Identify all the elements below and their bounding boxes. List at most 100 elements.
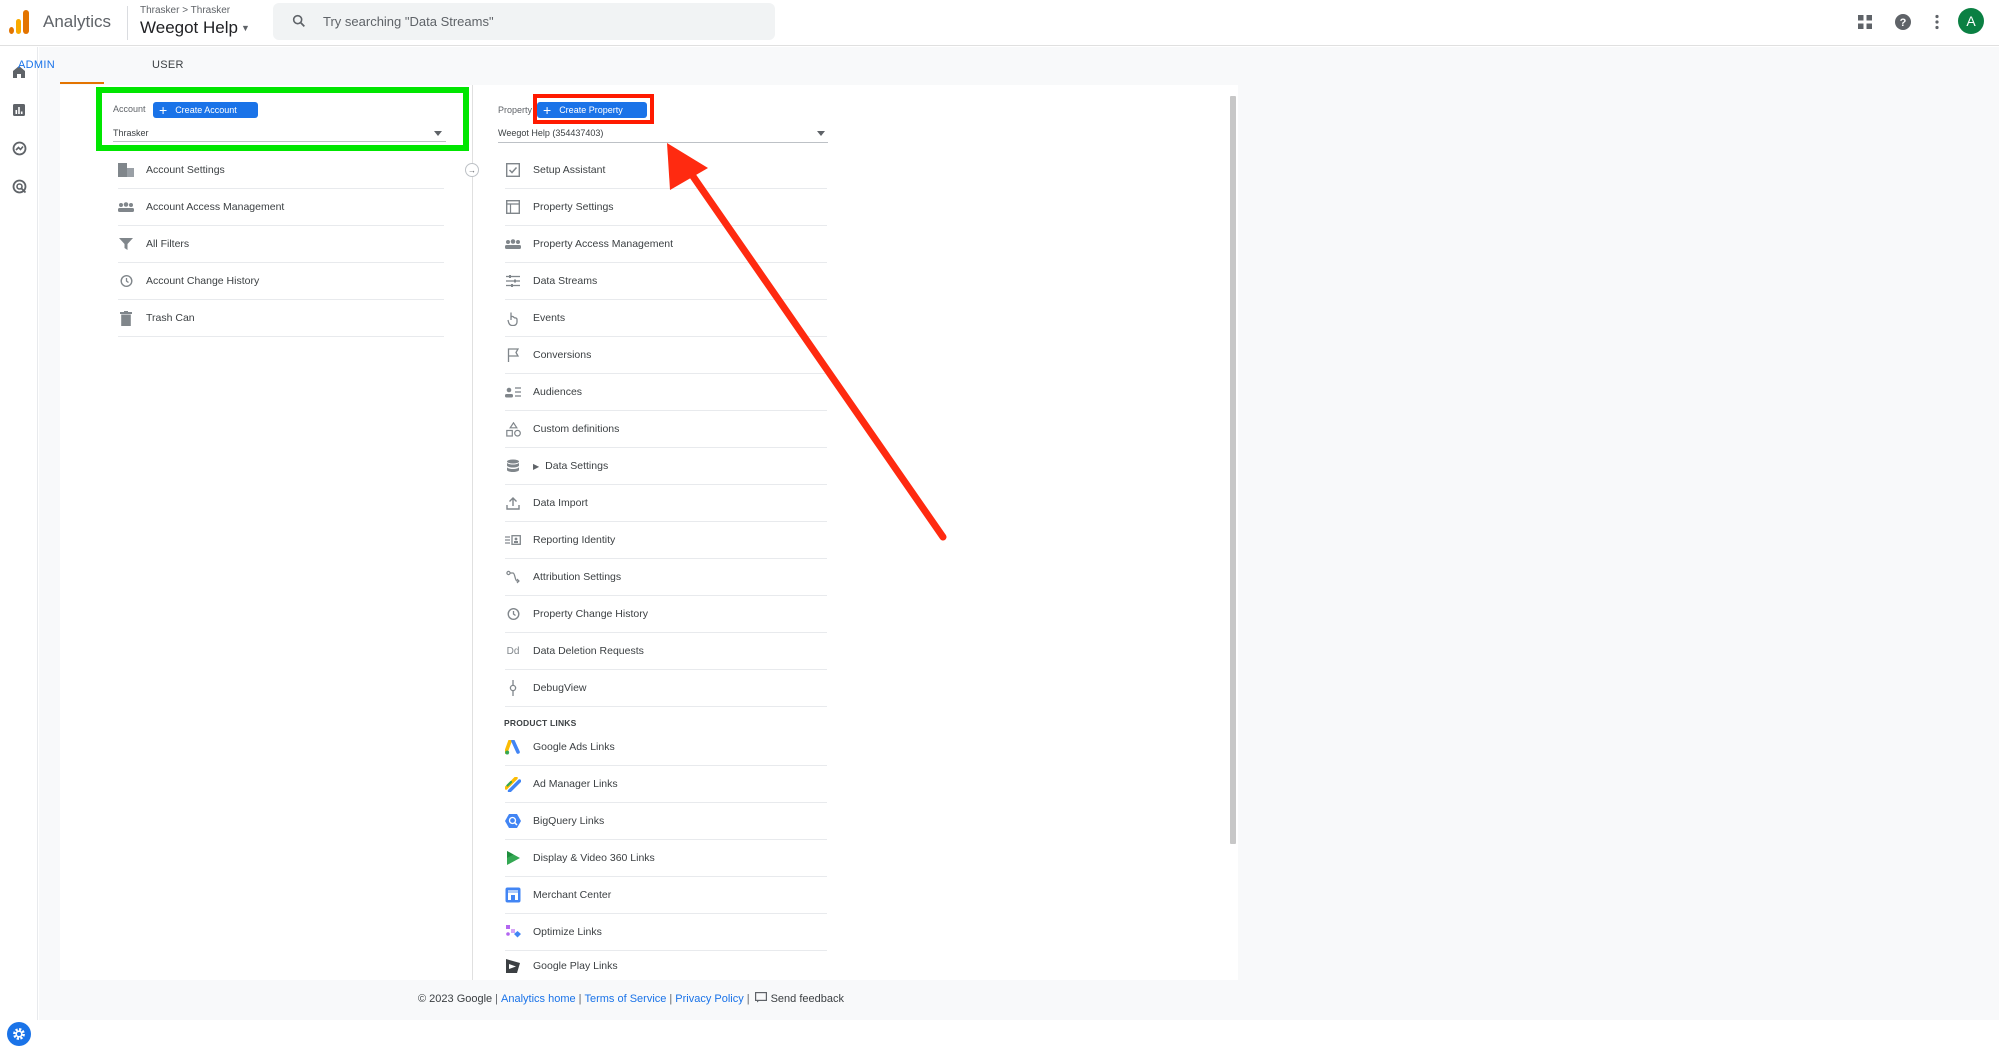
menu-label: Conversions <box>533 349 592 361</box>
flag-icon <box>505 347 521 363</box>
menu-reporting-identity[interactable]: Reporting Identity <box>505 522 827 559</box>
property-selector-value[interactable]: Weegot Help (354437403) <box>498 128 603 138</box>
menu-data-streams[interactable]: Data Streams <box>505 263 827 300</box>
menu-dv360-links[interactable]: Display & Video 360 Links <box>505 840 827 877</box>
menu-label: Display & Video 360 Links <box>533 852 655 864</box>
admin-gear-icon[interactable] <box>7 1022 31 1046</box>
create-property-highlight-box <box>533 94 654 124</box>
menu-label: Events <box>533 312 566 324</box>
tab-user[interactable]: USER <box>152 59 184 71</box>
menu-label: Merchant Center <box>533 889 612 901</box>
window-icon <box>505 199 521 215</box>
menu-label: Google Ads Links <box>533 741 615 753</box>
menu-label: Attribution Settings <box>533 571 622 583</box>
help-icon[interactable]: ? <box>1892 11 1914 33</box>
product-links-heading: PRODUCT LINKS <box>504 718 577 728</box>
column-divider <box>472 85 473 980</box>
app-name: Analytics <box>43 12 112 31</box>
menu-account-access[interactable]: Account Access Management <box>118 189 444 226</box>
search-bar[interactable] <box>273 3 775 40</box>
menu-events[interactable]: Events <box>505 300 827 337</box>
tab-admin[interactable]: ADMIN <box>18 59 55 71</box>
menu-ad-manager-links[interactable]: Ad Manager Links <box>505 766 827 803</box>
breadcrumb[interactable]: Thrasker > Thrasker <box>140 5 230 16</box>
people-icon <box>505 236 521 252</box>
menu-property-change-history[interactable]: Property Change History <box>505 596 827 633</box>
left-nav-rail <box>0 47 38 1046</box>
menu-all-filters[interactable]: All Filters <box>118 226 444 263</box>
menu-setup-assistant[interactable]: Setup Assistant <box>505 152 827 189</box>
google-ads-icon <box>505 739 521 755</box>
caret-down-icon: ▼ <box>240 23 250 33</box>
menu-attribution-settings[interactable]: Attribution Settings <box>505 559 827 596</box>
menu-data-settings[interactable]: ▶ Data Settings <box>505 448 827 485</box>
account-highlight-box <box>96 87 469 151</box>
menu-trash-can[interactable]: Trash Can <box>118 300 444 337</box>
analytics-home-link[interactable]: Analytics home <box>501 993 576 1005</box>
active-tab-indicator <box>60 82 104 84</box>
property-label: Property <box>498 105 533 115</box>
menu-label: Property Access Management <box>533 238 674 250</box>
menu-google-play-links[interactable]: Google Play Links <box>505 951 827 980</box>
menu-label: BigQuery Links <box>533 815 605 827</box>
menu-data-deletion-requests[interactable]: Dd Data Deletion Requests <box>505 633 827 670</box>
divider <box>127 6 128 40</box>
search-icon <box>292 14 305 27</box>
menu-bigquery-links[interactable]: BigQuery Links <box>505 803 827 840</box>
menu-label: Data Import <box>533 497 588 509</box>
explore-icon[interactable] <box>10 139 28 157</box>
menu-account-change-history[interactable]: Account Change History <box>118 263 444 300</box>
property-selector-underline <box>498 142 828 143</box>
menu-property-settings[interactable]: Property Settings <box>505 189 827 226</box>
analytics-logo-icon[interactable] <box>9 10 31 34</box>
collapse-column-icon[interactable]: → <box>465 163 479 177</box>
menu-label: Account Settings <box>146 164 225 176</box>
menu-account-settings[interactable]: Account Settings <box>118 152 444 189</box>
menu-merchant-center[interactable]: Merchant Center <box>505 877 827 914</box>
menu-label: Optimize Links <box>533 926 602 938</box>
filter-icon <box>118 236 134 252</box>
avatar[interactable]: A <box>1958 8 1984 34</box>
menu-label: Ad Manager Links <box>533 778 618 790</box>
menu-google-ads-links[interactable]: Google Ads Links <box>505 729 827 766</box>
send-feedback-button[interactable]: Send feedback <box>753 992 844 1005</box>
menu-audiences[interactable]: Audiences <box>505 374 827 411</box>
menu-data-import[interactable]: Data Import <box>505 485 827 522</box>
menu-label: DebugView <box>533 682 587 694</box>
menu-property-access[interactable]: Property Access Management <box>505 226 827 263</box>
property-dropdown-icon[interactable] <box>817 131 825 136</box>
dd-icon: Dd <box>506 645 520 657</box>
menu-conversions[interactable]: Conversions <box>505 337 827 374</box>
menu-label-with-caret: ▶ Data Settings <box>533 460 608 472</box>
reports-icon[interactable] <box>10 101 28 119</box>
streams-icon <box>505 273 521 289</box>
menu-label: Property Change History <box>533 608 648 620</box>
menu-label: Setup Assistant <box>533 164 606 176</box>
database-icon <box>505 458 521 474</box>
apps-grid-icon[interactable] <box>1854 11 1876 33</box>
shapes-icon <box>505 421 521 437</box>
more-vert-icon[interactable] <box>1926 11 1948 33</box>
menu-label: All Filters <box>146 238 190 250</box>
menu-custom-definitions[interactable]: Custom definitions <box>505 411 827 448</box>
menu-label: Account Change History <box>146 275 260 287</box>
copyright-text: © 2023 Google <box>418 993 493 1005</box>
menu-label: Data Settings <box>545 460 609 472</box>
menu-optimize-links[interactable]: Optimize Links <box>505 914 827 951</box>
privacy-link[interactable]: Privacy Policy <box>675 993 743 1005</box>
expand-right-icon: ▶ <box>533 462 540 471</box>
menu-debugview[interactable]: DebugView <box>505 670 827 707</box>
property-picker[interactable]: Weegot Help ▼ <box>140 18 250 38</box>
terms-link[interactable]: Terms of Service <box>584 993 666 1005</box>
search-input[interactable] <box>323 11 763 31</box>
touch-icon <box>505 310 521 326</box>
dv360-icon <box>505 850 521 866</box>
menu-label: Audiences <box>533 386 583 398</box>
menu-label: Account Access Management <box>146 201 285 213</box>
advertising-icon[interactable] <box>10 177 28 195</box>
scrollbar[interactable] <box>1230 96 1236 844</box>
history-icon <box>505 606 521 622</box>
history-icon <box>118 273 134 289</box>
building-icon <box>118 162 134 178</box>
feedback-icon <box>754 992 767 1003</box>
